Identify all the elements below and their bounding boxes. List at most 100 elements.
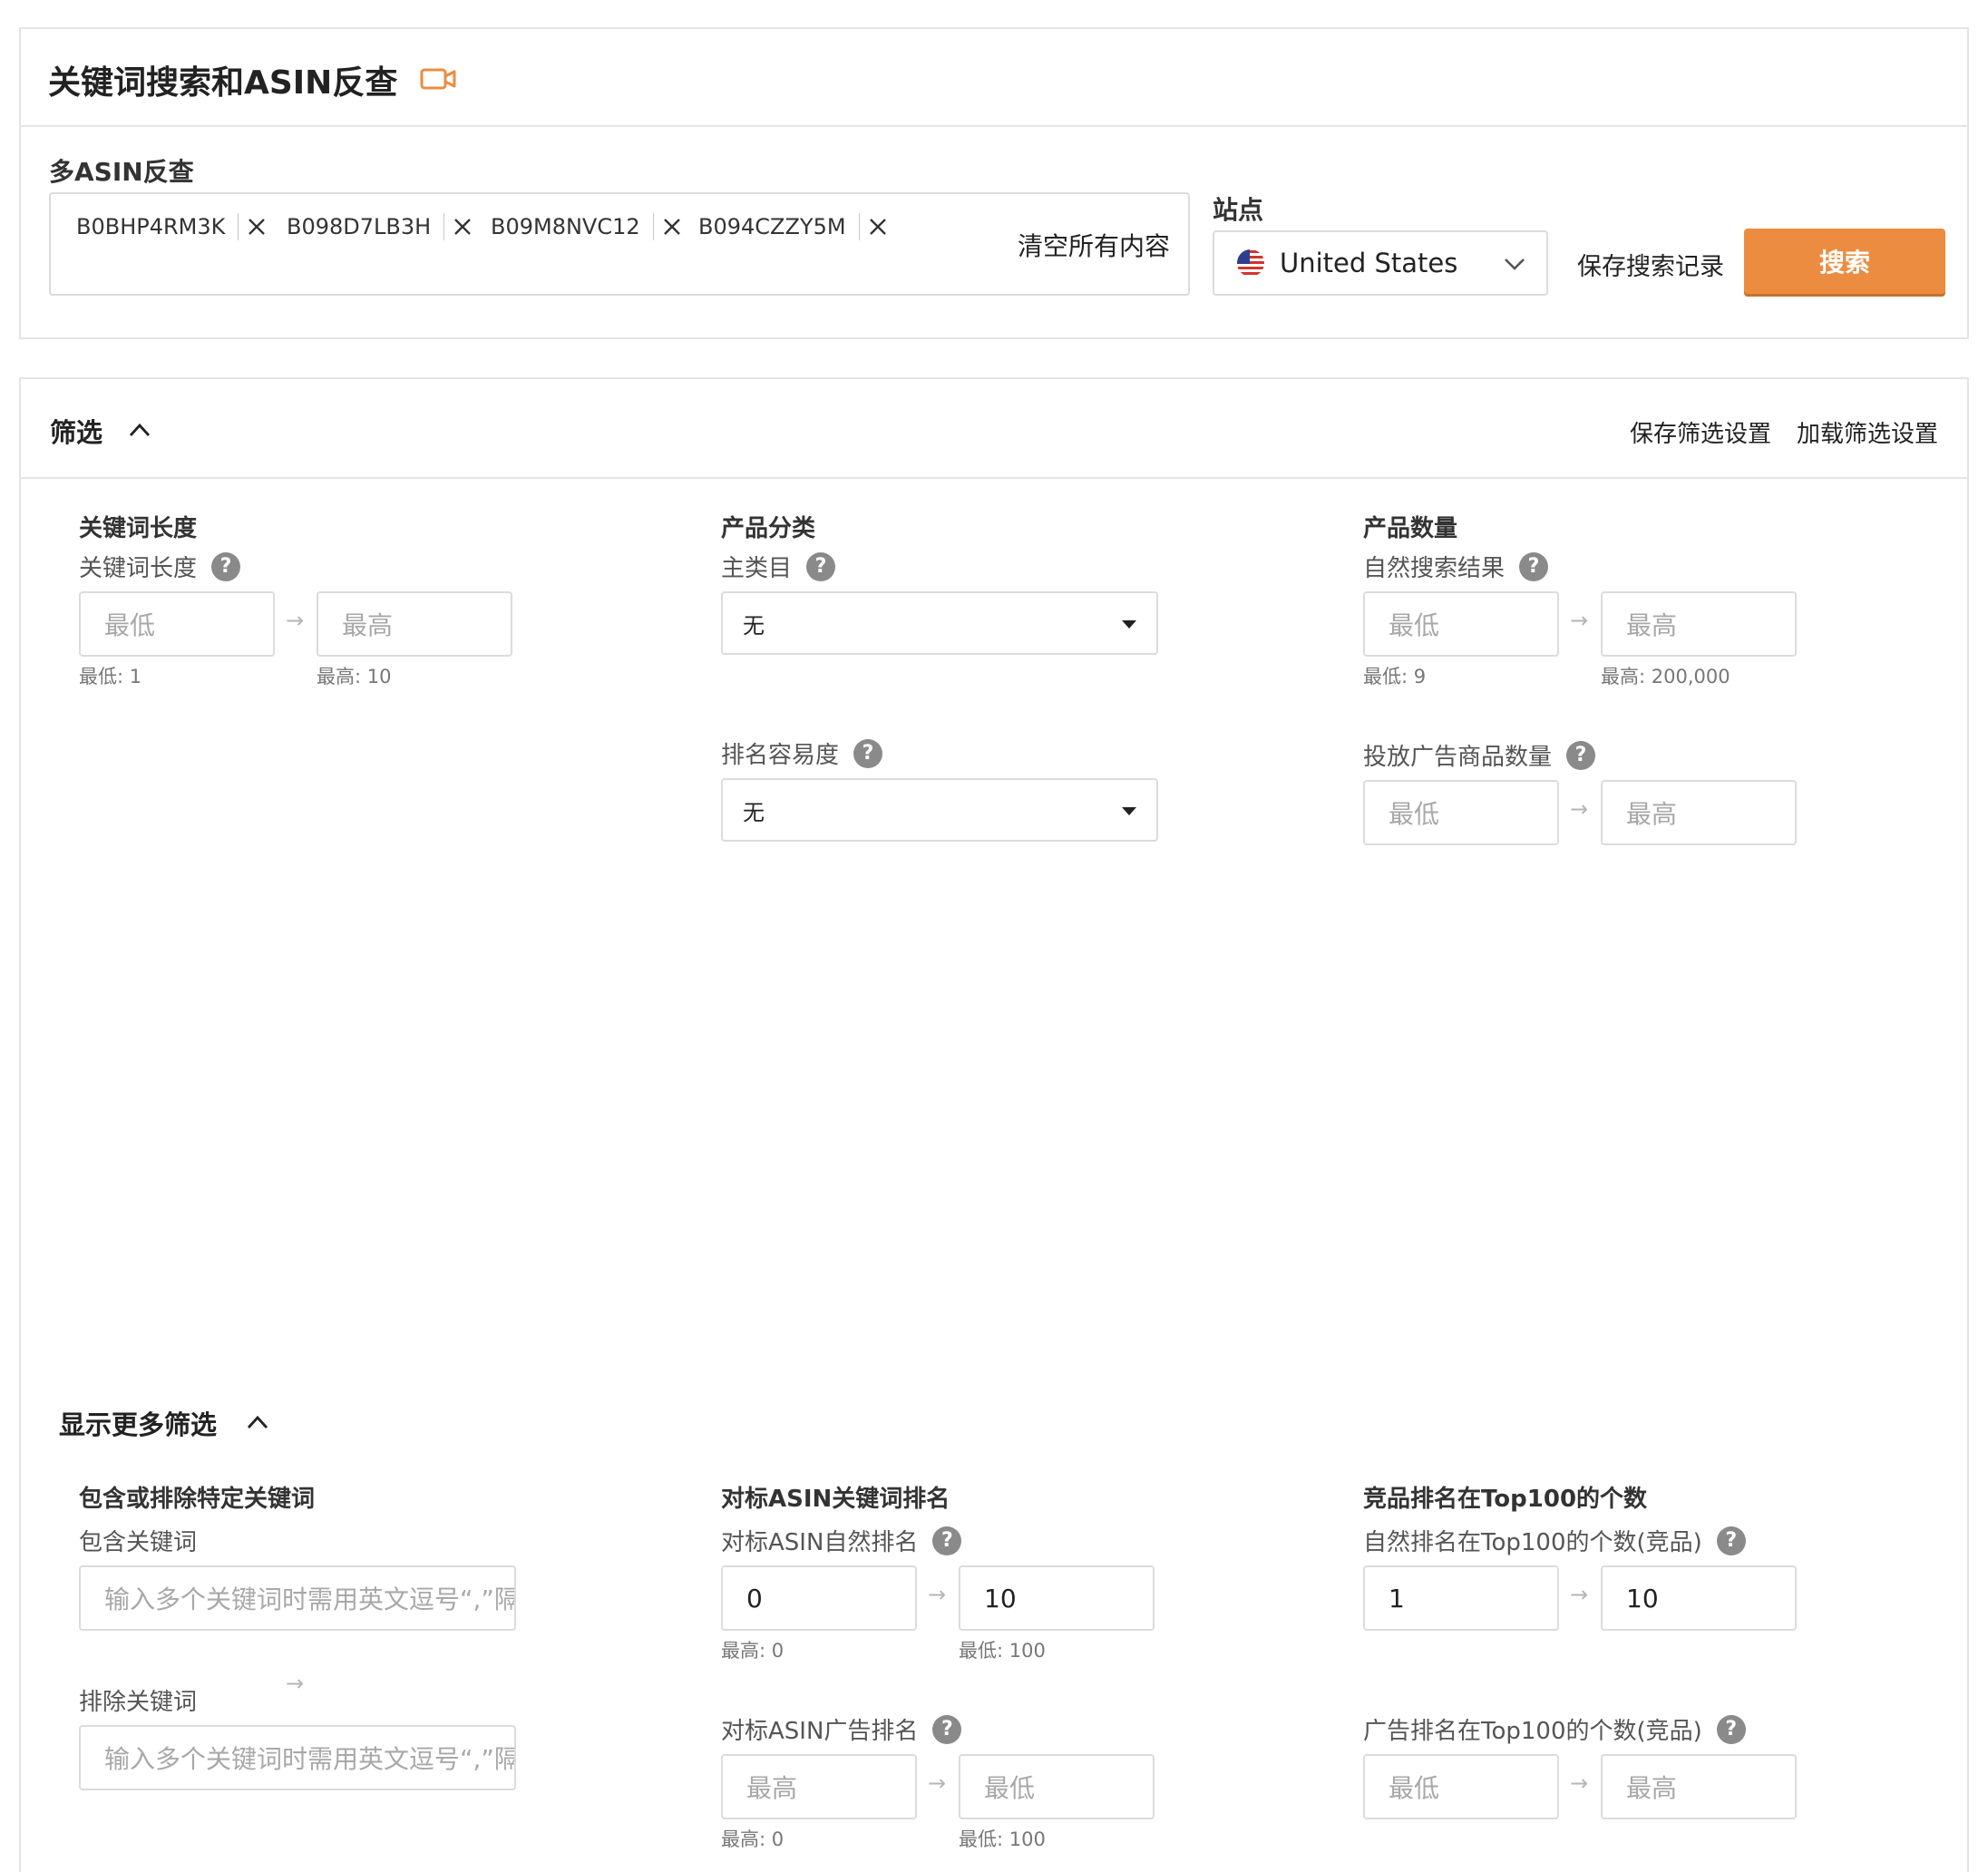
chevron-down-icon [1505, 258, 1525, 270]
keyword-length-min-input[interactable]: 最低 [79, 591, 275, 657]
clear-all-button[interactable]: 清空所有内容 [1018, 227, 1170, 263]
remove-tag-icon[interactable] [654, 217, 690, 237]
organic-results-min-input[interactable]: 最低 [1363, 591, 1559, 657]
asin-tag: B0BHP4RM3K [76, 209, 275, 245]
asin-ad-rank-label: 对标ASIN广告排名 ? [721, 1712, 962, 1746]
include-exclude-group-title: 包含或排除特定关键词 [79, 1486, 316, 1513]
top100-ad-max-input[interactable]: 最高 [1601, 1754, 1797, 1819]
remove-tag-icon[interactable] [860, 217, 896, 237]
asin-tag-text: B094CZZY5M [698, 213, 860, 240]
keyword-length-min-hint: 最低: 1 [79, 666, 142, 687]
asin-tag-text: B0BHP4RM3K [76, 213, 239, 240]
help-icon[interactable]: ? [932, 1714, 962, 1744]
help-icon[interactable]: ? [211, 551, 241, 581]
exclude-keywords-input[interactable]: 输入多个关键词时需用英文逗号“,”隔开 [79, 1725, 516, 1790]
save-search-record-link[interactable]: 保存搜索记录 [1577, 247, 1724, 282]
filter-header: 筛选 保存筛选设置 加载筛选设置 [21, 379, 1967, 479]
remove-tag-icon[interactable] [444, 217, 481, 237]
range-arrow-icon: → [286, 1671, 305, 1696]
keyword-length-max-input[interactable]: 最高 [317, 591, 512, 657]
rank-ease-select[interactable]: 无 [721, 778, 1158, 842]
chevron-up-icon[interactable] [246, 1413, 269, 1431]
site-selected-value: United States [1280, 248, 1458, 278]
asin-organic-rank-max-hint: 最低: 100 [959, 1640, 1046, 1662]
category-group-title: 产品分类 [721, 515, 816, 542]
product-count-group-title: 产品数量 [1363, 515, 1458, 542]
range-arrow-icon: → [1570, 1770, 1589, 1796]
range-arrow-icon: → [1570, 608, 1589, 633]
search-panel: 关键词搜索和ASIN反查 多ASIN反查 B0BHP4RM3K B098D7LB… [19, 27, 1969, 339]
asin-ad-rank-max-hint: 最低: 100 [959, 1828, 1046, 1850]
top100-organic-min-input[interactable]: 1 [1363, 1565, 1559, 1631]
asin-ad-rank-min-hint: 最高: 0 [721, 1828, 784, 1850]
organic-results-label: 自然搜索结果 ? [1363, 550, 1549, 583]
search-button[interactable]: 搜索 [1744, 229, 1945, 294]
exclude-keywords-label: 排除关键词 [79, 1689, 198, 1716]
help-icon[interactable]: ? [1566, 740, 1596, 770]
top100-ad-min-input[interactable]: 最低 [1363, 1754, 1559, 1819]
caret-down-icon [1122, 620, 1136, 629]
site-label: 站点 [1213, 195, 1264, 225]
help-icon[interactable]: ? [853, 738, 883, 768]
asin-ad-rank-max-input[interactable]: 最低 [959, 1754, 1155, 1819]
asin-tag-input[interactable]: B0BHP4RM3K B098D7LB3H B09M8NVC12 B094CZZ… [49, 192, 1190, 296]
help-icon[interactable]: ? [1519, 551, 1549, 581]
organic-results-label-text: 自然搜索结果 [1363, 555, 1506, 582]
us-flag-icon [1237, 249, 1264, 277]
main-category-value: 无 [743, 612, 765, 639]
rank-ease-label: 排名容易度 ? [721, 736, 883, 770]
chevron-up-icon[interactable] [128, 421, 151, 439]
header-divider [21, 125, 1967, 127]
filter-panel: 筛选 保存筛选设置 加载筛选设置 关键词长度 关键词长度 ? 最低 → 最高 最… [19, 377, 1969, 1872]
site-select[interactable]: United States [1213, 230, 1548, 296]
top100-organic-label: 自然排名在Top100的个数(竞品) ? [1363, 1524, 1746, 1557]
help-icon[interactable]: ? [1716, 1526, 1746, 1555]
asin-ad-rank-min-input[interactable]: 最高 [721, 1754, 917, 1819]
rank-ease-label-text: 排名容易度 [721, 742, 840, 769]
asin-tag: B094CZZY5M [698, 209, 896, 245]
keyword-length-label-text: 关键词长度 [79, 555, 198, 582]
asin-search-label: 多ASIN反查 [49, 157, 194, 187]
range-arrow-icon: → [1570, 1582, 1589, 1607]
asin-organic-rank-label: 对标ASIN自然排名 ? [721, 1524, 962, 1557]
asin-rank-group-title: 对标ASIN关键词排名 [721, 1486, 950, 1513]
organic-results-max-hint: 最高: 200,000 [1601, 666, 1730, 687]
rank-ease-value: 无 [743, 799, 765, 825]
include-keywords-input[interactable]: 输入多个关键词时需用英文逗号“,”隔开 [79, 1565, 516, 1631]
asin-organic-rank-min-hint: 最高: 0 [721, 1640, 784, 1662]
main-category-label: 主类目 ? [721, 550, 836, 583]
keyword-length-label: 关键词长度 ? [79, 550, 241, 583]
top100-organic-max-input[interactable]: 10 [1601, 1565, 1797, 1631]
organic-results-max-input[interactable]: 最高 [1601, 591, 1797, 657]
range-arrow-icon: → [286, 608, 305, 633]
asin-organic-rank-min-input[interactable]: 0 [721, 1565, 917, 1631]
ad-products-label-text: 投放广告商品数量 [1363, 744, 1553, 771]
save-filter-button[interactable]: 保存筛选设置 [1630, 415, 1771, 449]
asin-organic-rank-label-text: 对标ASIN自然排名 [721, 1529, 919, 1556]
help-icon[interactable]: ? [932, 1526, 962, 1555]
caret-down-icon [1122, 807, 1136, 815]
organic-results-min-hint: 最低: 9 [1363, 666, 1427, 687]
load-filter-button[interactable]: 加载筛选设置 [1797, 415, 1938, 449]
include-keywords-label: 包含关键词 [79, 1529, 198, 1556]
help-icon[interactable]: ? [806, 551, 836, 581]
top100-organic-label-text: 自然排名在Top100的个数(竞品) [1363, 1529, 1702, 1556]
top100-ad-label: 广告排名在Top100的个数(竞品) ? [1363, 1712, 1746, 1746]
help-icon[interactable]: ? [1716, 1714, 1746, 1744]
remove-tag-icon[interactable] [239, 217, 275, 237]
asin-ad-rank-label-text: 对标ASIN广告排名 [721, 1718, 919, 1745]
asin-tag-text: B098D7LB3H [287, 213, 445, 240]
asin-tag: B098D7LB3H [287, 209, 481, 245]
more-filter-toggle[interactable]: 显示更多筛选 [59, 1404, 217, 1442]
asin-organic-rank-max-input[interactable]: 10 [959, 1565, 1155, 1631]
video-camera-icon[interactable] [420, 65, 456, 93]
asin-tag-text: B09M8NVC12 [491, 213, 654, 240]
range-arrow-icon: → [928, 1770, 947, 1796]
range-arrow-icon: → [1570, 796, 1589, 822]
ad-products-max-input[interactable]: 最高 [1601, 780, 1797, 845]
ad-products-min-input[interactable]: 最低 [1363, 780, 1559, 845]
filter-title: 筛选 [50, 417, 103, 448]
page-title: 关键词搜索和ASIN反查 [48, 64, 398, 102]
main-category-select[interactable]: 无 [721, 591, 1158, 655]
top100-group-title: 竞品排名在Top100的个数 [1363, 1486, 1648, 1513]
